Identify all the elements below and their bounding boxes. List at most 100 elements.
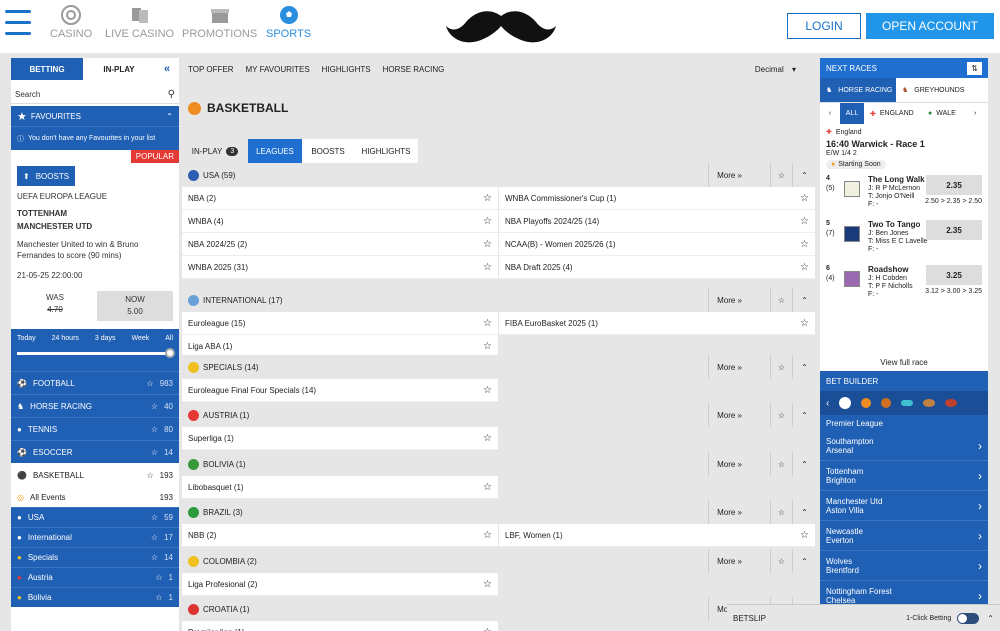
star-icon[interactable]: ☆: [483, 239, 492, 250]
star-icon[interactable]: ☆: [151, 513, 158, 522]
league-row[interactable]: NCAA(B) - Women 2025/26 (1) ☆: [499, 233, 816, 256]
odds-button[interactable]: 2.35: [926, 175, 982, 195]
more-button[interactable]: More »: [708, 355, 750, 379]
star-icon[interactable]: ☆: [151, 553, 158, 562]
chevron-up-icon[interactable]: ⌃: [792, 452, 816, 476]
favourites-header[interactable]: ★ FAVOURITES ⌃: [11, 106, 179, 126]
star-icon[interactable]: ☆: [146, 379, 153, 388]
open-account-button[interactable]: OPEN ACCOUNT: [866, 13, 994, 39]
star-icon[interactable]: ☆: [800, 262, 809, 273]
group-header[interactable]: AUSTRIA (1) More » ☆ ⌃: [182, 403, 816, 427]
chevron-up-icon[interactable]: ⌃: [792, 403, 816, 427]
star-icon[interactable]: ☆: [483, 216, 492, 227]
tab-highlights[interactable]: HIGHLIGHTS: [322, 65, 371, 74]
star-icon[interactable]: ☆: [770, 403, 792, 427]
football-icon[interactable]: [839, 397, 852, 409]
sport-tennis[interactable]: ● TENNIS ☆ 80: [11, 417, 179, 440]
group-header[interactable]: COLOMBIA (2) More » ☆ ⌃: [182, 549, 816, 573]
more-button[interactable]: More »: [708, 452, 750, 476]
chevron-up-icon[interactable]: ⌃: [987, 614, 994, 623]
tab-inplay[interactable]: IN-PLAY: [83, 58, 155, 80]
star-icon[interactable]: ☆: [483, 530, 492, 541]
one-click-toggle[interactable]: [957, 612, 980, 624]
menu-icon[interactable]: [5, 10, 31, 38]
league-row[interactable]: NBA Playoffs 2024/25 (14) ☆: [499, 210, 816, 233]
star-icon[interactable]: ☆: [800, 318, 809, 329]
star-icon[interactable]: ☆: [483, 627, 492, 631]
star-icon[interactable]: ☆: [146, 471, 153, 480]
filter-england[interactable]: ✚ ENGLAND: [864, 103, 924, 124]
nav-live-casino[interactable]: LIVE CASINO: [105, 5, 174, 40]
view-full-race-link[interactable]: View full race: [820, 358, 988, 367]
chevron-up-icon[interactable]: ⌃: [792, 288, 816, 312]
group-header[interactable]: INTERNATIONAL (17) More » ☆ ⌃: [182, 288, 816, 312]
race-title[interactable]: 16:40 Warwick - Race 1: [826, 139, 982, 149]
star-icon[interactable]: ☆: [770, 355, 792, 379]
bet-builder-match[interactable]: Newcastle Everton ›: [820, 521, 988, 551]
time-3days[interactable]: 3 days: [95, 335, 116, 342]
moustache-logo[interactable]: [446, 8, 556, 46]
league-row[interactable]: NBB (2) ☆: [182, 524, 499, 547]
more-button[interactable]: More »: [708, 163, 750, 187]
star-icon[interactable]: ☆: [800, 216, 809, 227]
subtab-inplay[interactable]: IN-PLAY 3: [182, 139, 248, 163]
chevron-up-icon[interactable]: ⌃: [792, 163, 816, 187]
league-row[interactable]: NBA 2024/25 (2) ☆: [182, 233, 499, 256]
time-today[interactable]: Today: [17, 335, 36, 342]
odds-button[interactable]: 3.25: [926, 265, 982, 285]
filter-all[interactable]: ALL: [840, 103, 864, 124]
subtab-highlights[interactable]: HIGHLIGHTS: [354, 139, 418, 163]
group-header[interactable]: BRAZIL (3) More » ☆ ⌃: [182, 500, 816, 524]
league-row[interactable]: LBF, Women (1) ☆: [499, 524, 816, 547]
bet-builder-match[interactable]: Wolves Brentford ›: [820, 551, 988, 581]
star-icon[interactable]: ☆: [770, 452, 792, 476]
chevron-up-icon[interactable]: ⌃: [792, 355, 816, 379]
league-row[interactable]: FIBA EuroBasket 2025 (1) ☆: [499, 312, 816, 335]
star-icon[interactable]: ☆: [483, 262, 492, 273]
tab-top-offer[interactable]: TOP OFFER: [188, 65, 234, 74]
collapse-icon[interactable]: «: [155, 58, 179, 80]
odds-button[interactable]: 2.35: [926, 220, 982, 240]
group-header[interactable]: BOLIVIA (1) More » ☆ ⌃: [182, 452, 816, 476]
star-icon[interactable]: ☆: [483, 193, 492, 204]
time-week[interactable]: Week: [131, 335, 149, 342]
league-row[interactable]: Superliga (1) ☆: [182, 427, 499, 450]
more-button[interactable]: More »: [708, 403, 750, 427]
league-row[interactable]: NBA (2) ☆: [182, 187, 499, 210]
league-row[interactable]: Libobasquet (1) ☆: [182, 476, 499, 499]
star-icon[interactable]: ☆: [770, 288, 792, 312]
all-events[interactable]: ◎ All Events 193: [11, 487, 179, 507]
star-icon[interactable]: ☆: [483, 433, 492, 444]
star-icon[interactable]: ☆: [151, 402, 158, 411]
sport-football[interactable]: ⚽ FOOTBALL ☆ 983: [11, 371, 179, 394]
search-input[interactable]: Search ⚲: [11, 86, 179, 104]
tab-betting[interactable]: BETTING: [11, 58, 83, 80]
chevron-up-icon[interactable]: ⌃: [792, 500, 816, 524]
basketball-alt-icon[interactable]: [881, 398, 892, 408]
star-icon[interactable]: ☆: [770, 163, 792, 187]
star-icon[interactable]: ☆: [800, 239, 809, 250]
sort-icon[interactable]: ⇅: [967, 61, 982, 75]
league-row[interactable]: WNBA 2025 (31) ☆: [182, 256, 499, 279]
star-icon[interactable]: ☆: [483, 579, 492, 590]
tab-horse-racing[interactable]: HORSE RACING: [383, 65, 445, 74]
tab-horse-racing-races[interactable]: ♞ HORSE RACING: [820, 78, 896, 102]
bet-builder-match[interactable]: Tottenham Brighton ›: [820, 461, 988, 491]
more-button[interactable]: More »: [708, 288, 750, 312]
group-header[interactable]: USA (59) More » ☆ ⌃: [182, 163, 816, 187]
filter-wales[interactable]: ● WALE: [924, 103, 974, 124]
league-row[interactable]: Premijer liga (1)☆: [182, 621, 499, 631]
chevron-left-icon[interactable]: ‹: [820, 103, 840, 124]
now-price-button[interactable]: NOW 5.00: [97, 291, 173, 321]
country-international[interactable]: ● International ☆ 17: [11, 527, 179, 547]
league-row[interactable]: Liga Profesional (2) ☆: [182, 573, 499, 596]
star-icon[interactable]: ☆: [483, 482, 492, 493]
group-header[interactable]: CROATIA (1)More »☆⌃: [182, 597, 816, 621]
star-icon[interactable]: ☆: [155, 573, 162, 582]
sport-basketball[interactable]: ⚫ BASKETBALL ☆ 193: [11, 463, 179, 487]
rugby-icon[interactable]: [923, 399, 936, 407]
bet-builder-match[interactable]: Manchester Utd Aston Villa ›: [820, 491, 988, 521]
group-header[interactable]: SPECIALS (14) More » ☆ ⌃: [182, 355, 816, 379]
star-icon[interactable]: ☆: [800, 530, 809, 541]
star-icon[interactable]: ☆: [770, 549, 792, 573]
